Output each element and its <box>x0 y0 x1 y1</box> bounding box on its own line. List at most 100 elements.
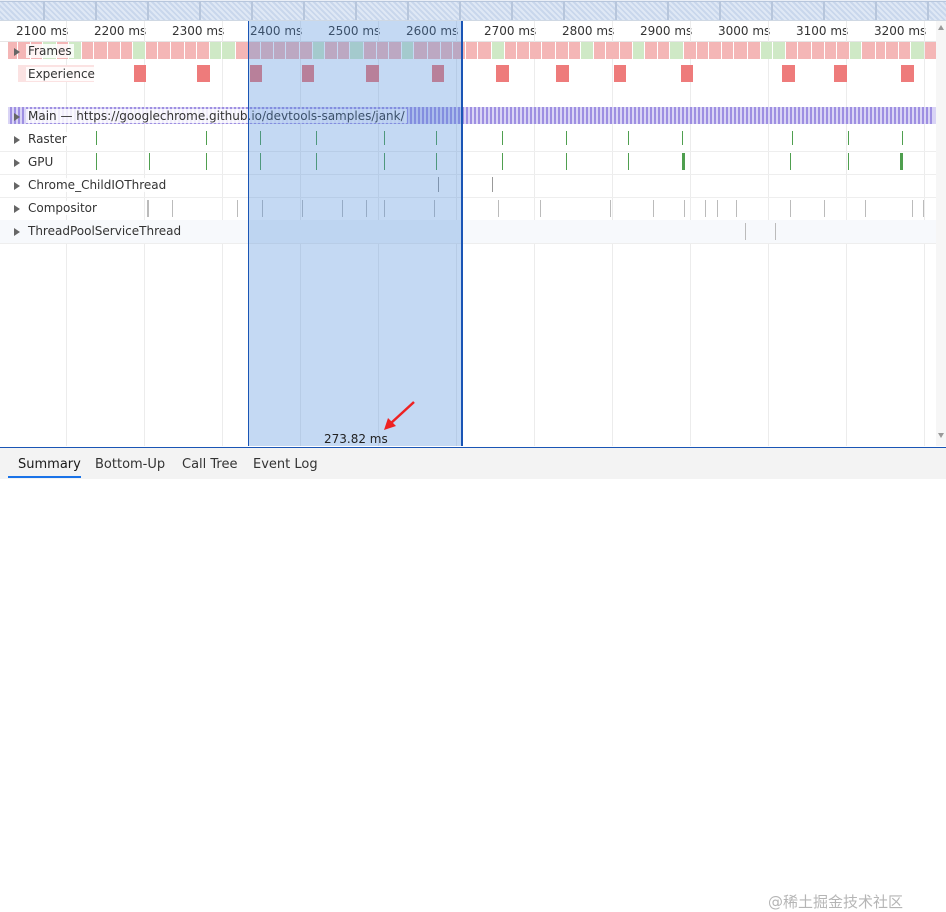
track-gpu[interactable]: GPU <box>0 151 936 175</box>
main-thread-task[interactable] <box>858 107 860 124</box>
main-thread-task[interactable] <box>574 107 576 124</box>
main-thread-task[interactable] <box>498 107 500 124</box>
experience-shift-bar[interactable] <box>614 65 626 82</box>
main-thread-task[interactable] <box>758 107 760 124</box>
main-thread-task[interactable] <box>834 107 836 124</box>
main-thread-task[interactable] <box>710 107 712 124</box>
frame-bar[interactable] <box>633 42 644 59</box>
main-thread-task[interactable] <box>662 107 664 124</box>
frame-bar[interactable] <box>185 42 196 59</box>
main-thread-task[interactable] <box>482 107 484 124</box>
screenshot-thumbnail[interactable] <box>0 1 44 20</box>
frame-bar[interactable] <box>658 42 669 59</box>
main-thread-task[interactable] <box>470 107 472 124</box>
main-thread-task[interactable] <box>642 107 644 124</box>
main-thread-task[interactable] <box>822 107 824 124</box>
frame-bar[interactable] <box>670 42 683 59</box>
frame-bar[interactable] <box>606 42 619 59</box>
main-thread-task[interactable] <box>658 107 660 124</box>
screenshot-thumbnail[interactable] <box>356 1 408 20</box>
screenshot-thumbnail[interactable] <box>96 1 148 20</box>
main-thread-task[interactable] <box>890 107 892 124</box>
main-thread-task[interactable] <box>542 107 544 124</box>
main-thread-task[interactable] <box>678 107 680 124</box>
experience-shift-bar[interactable] <box>556 65 569 82</box>
track-main[interactable]: Main — https://googlechrome.github.io/de… <box>0 105 936 128</box>
expand-triangle-icon[interactable] <box>14 113 20 121</box>
compositor-task[interactable] <box>912 200 913 217</box>
main-thread-task[interactable] <box>854 107 856 124</box>
frame-bar[interactable] <box>94 42 107 59</box>
main-thread-task[interactable] <box>22 107 24 124</box>
main-thread-task[interactable] <box>606 107 608 124</box>
compositor-task[interactable] <box>540 200 541 217</box>
main-thread-task[interactable] <box>618 107 620 124</box>
main-thread-task[interactable] <box>534 107 536 124</box>
expand-triangle-icon[interactable] <box>14 136 20 144</box>
compositor-task[interactable] <box>717 200 718 217</box>
main-thread-task[interactable] <box>622 107 624 124</box>
main-thread-task[interactable] <box>518 107 520 124</box>
gpu-task[interactable] <box>502 153 503 170</box>
main-thread-task[interactable] <box>522 107 524 124</box>
track-frames[interactable]: Frames <box>0 40 936 63</box>
main-thread-task[interactable] <box>546 107 548 124</box>
main-thread-task[interactable] <box>554 107 556 124</box>
main-thread-task[interactable] <box>686 107 688 124</box>
main-thread-task[interactable] <box>802 107 804 124</box>
main-thread-task[interactable] <box>698 107 700 124</box>
main-thread-task[interactable] <box>10 107 12 124</box>
screenshot-thumbnail[interactable] <box>200 1 252 20</box>
main-thread-task[interactable] <box>626 107 628 124</box>
main-thread-task[interactable] <box>898 107 900 124</box>
frame-bar[interactable] <box>761 42 772 59</box>
main-thread-task[interactable] <box>570 107 572 124</box>
compositor-task[interactable] <box>705 200 706 217</box>
io-task[interactable] <box>492 177 493 192</box>
main-thread-task[interactable] <box>750 107 752 124</box>
main-thread-task[interactable] <box>674 107 676 124</box>
frame-bar[interactable] <box>886 42 898 59</box>
frame-bar[interactable] <box>722 42 733 59</box>
main-thread-task[interactable] <box>782 107 784 124</box>
main-thread-task[interactable] <box>590 107 592 124</box>
frame-bar[interactable] <box>925 42 936 59</box>
main-thread-task[interactable] <box>926 107 928 124</box>
main-thread-task[interactable] <box>730 107 732 124</box>
gpu-task[interactable] <box>628 153 629 170</box>
raster-task[interactable] <box>628 131 629 145</box>
main-thread-task[interactable] <box>866 107 868 124</box>
frame-bar[interactable] <box>581 42 593 59</box>
screenshot-thumbnail[interactable] <box>512 1 564 20</box>
experience-shift-bar[interactable] <box>197 65 210 82</box>
main-thread-task[interactable] <box>550 107 552 124</box>
experience-shift-bar[interactable] <box>901 65 914 82</box>
scroll-down-icon[interactable] <box>938 433 944 438</box>
frame-bar[interactable] <box>862 42 875 59</box>
main-thread-task[interactable] <box>502 107 504 124</box>
main-thread-task[interactable] <box>826 107 828 124</box>
gpu-task[interactable] <box>149 153 150 170</box>
main-thread-task[interactable] <box>770 107 772 124</box>
frame-bar[interactable] <box>825 42 836 59</box>
main-thread-task[interactable] <box>774 107 776 124</box>
main-thread-task[interactable] <box>526 107 528 124</box>
expand-triangle-icon[interactable] <box>14 205 20 213</box>
screenshot-thumbnail[interactable] <box>252 1 304 20</box>
main-thread-task[interactable] <box>830 107 832 124</box>
compositor-task[interactable] <box>498 200 499 217</box>
main-thread-task[interactable] <box>694 107 696 124</box>
main-thread-task[interactable] <box>746 107 748 124</box>
compositor-task[interactable] <box>172 200 173 217</box>
main-thread-task[interactable] <box>902 107 904 124</box>
screenshot-thumbnail[interactable] <box>44 1 96 20</box>
compositor-task[interactable] <box>923 200 924 217</box>
raster-task[interactable] <box>96 131 97 145</box>
tab-event-log[interactable]: Event Log <box>253 457 318 472</box>
main-thread-task[interactable] <box>510 107 512 124</box>
main-thread-task[interactable] <box>714 107 716 124</box>
main-thread-task[interactable] <box>794 107 796 124</box>
main-thread-task[interactable] <box>702 107 704 124</box>
frame-bar[interactable] <box>697 42 708 59</box>
experience-shift-bar[interactable] <box>134 65 146 82</box>
